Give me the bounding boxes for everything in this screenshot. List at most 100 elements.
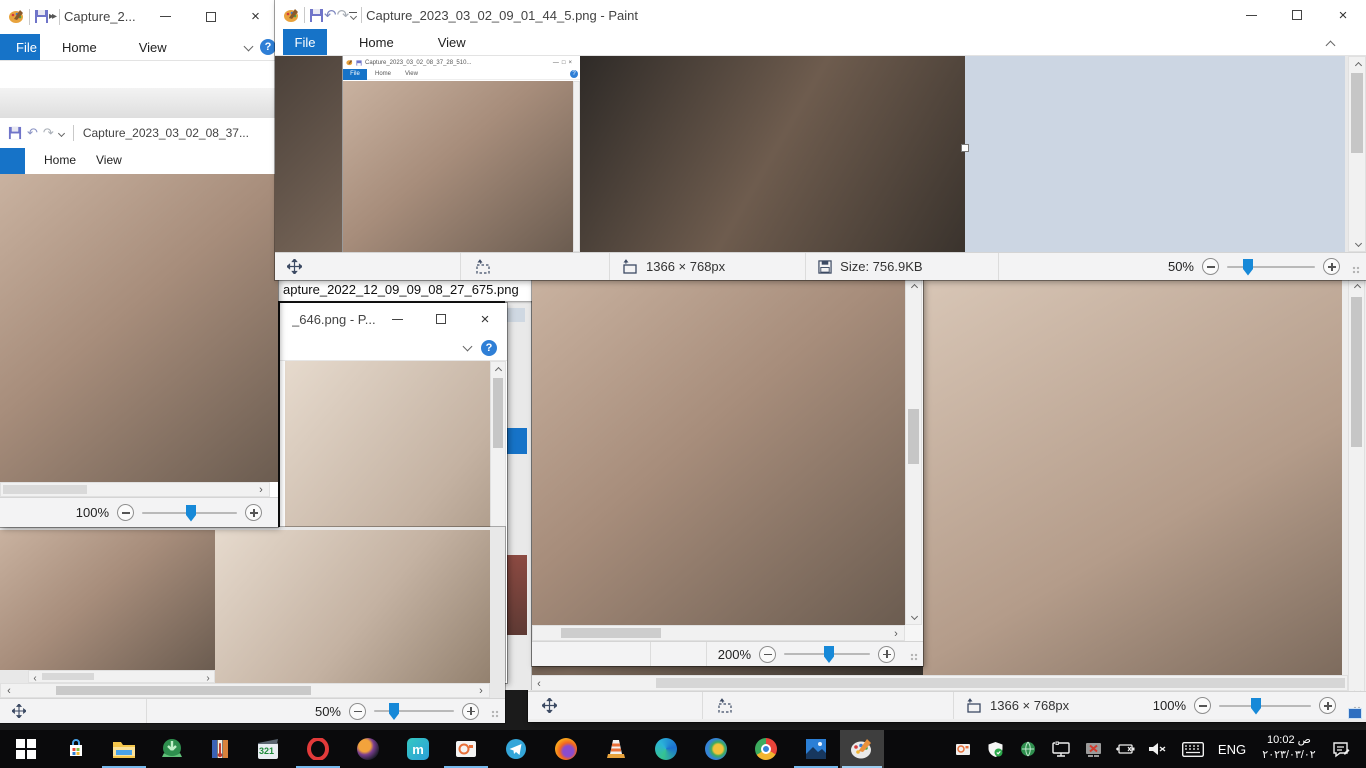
image-placeholder[interactable] [0,530,215,670]
zoom-slider-thumb[interactable] [824,646,834,663]
minimize-button[interactable] [143,0,188,33]
save-icon[interactable] [309,8,324,23]
tray-icon-idm[interactable] [1013,730,1043,768]
start-button[interactable] [2,730,50,768]
taskbar-icon-file-explorer[interactable] [100,730,148,768]
scrollbar-thumb[interactable] [656,678,1345,688]
save-icon[interactable] [34,9,49,24]
close-button[interactable]: × [1320,0,1366,30]
zoom-in-button[interactable] [1323,258,1340,275]
taskbar-icon-firefox[interactable] [542,730,590,768]
scroll-left-icon[interactable]: ‹ [3,685,15,697]
ribbon-collapse-icon[interactable] [1326,41,1336,51]
selection-handle[interactable] [961,144,969,152]
taskbar-icon-ocam[interactable] [442,730,490,768]
quick-access-menu-icon[interactable] [349,12,357,19]
tray-icon-touchpad-off[interactable] [1078,730,1108,768]
minimize-button[interactable] [375,303,419,335]
horizontal-scrollbar[interactable]: › [0,482,270,497]
taskbar-icon-paint[interactable] [840,730,884,768]
zoom-slider[interactable] [374,710,454,712]
zoom-out-button[interactable] [349,703,366,720]
taskbar-icon-photos[interactable] [792,730,840,768]
scroll-up-icon[interactable] [1352,59,1364,71]
taskbar-icon-maxthon[interactable]: m [394,730,442,768]
maximize-button[interactable] [188,0,233,33]
tray-icon-ocam[interactable] [948,730,978,768]
scrollbar-thumb[interactable] [56,686,311,695]
scrollbar-thumb[interactable] [1351,73,1363,153]
scrollbar-thumb[interactable] [908,409,919,464]
zoom-slider[interactable] [1227,266,1315,268]
zoom-out-button[interactable] [759,646,776,663]
title-bar[interactable]: ▸▸ Capture_2... × [0,0,278,33]
maximize-button[interactable] [1274,0,1320,30]
tab-view[interactable]: View [125,35,181,60]
zoom-slider-thumb[interactable] [389,703,399,720]
taskbar-icon-store[interactable] [52,730,100,768]
image-placeholder[interactable] [215,530,490,683]
scrollbar-thumb[interactable] [561,628,661,638]
scroll-right-icon[interactable]: › [255,484,267,496]
horizontal-scrollbar[interactable]: ‹ [530,675,1348,691]
zoom-out-button[interactable] [1202,258,1219,275]
image-placeholder[interactable] [923,278,1342,675]
resize-grip[interactable] [491,710,501,720]
horizontal-scrollbar-small[interactable]: ‹ › [28,670,215,683]
image-placeholder[interactable] [532,278,905,625]
horizontal-scrollbar[interactable]: › [532,625,905,641]
ribbon-expand-icon[interactable] [463,342,473,352]
zoom-in-button[interactable] [878,646,895,663]
scroll-down-icon[interactable] [1352,237,1364,249]
taskbar-icon-edge[interactable] [642,730,690,768]
image-placeholder[interactable] [0,174,278,482]
background-window-title-strip[interactable]: apture_2022_12_09_09_08_27_675.png [278,278,535,301]
language-indicator[interactable]: ENG [1212,730,1252,768]
taskbar-icon-vlc[interactable] [592,730,640,768]
resize-grip[interactable] [1352,266,1362,276]
zoom-out-button[interactable] [1194,697,1211,714]
vertical-scrollbar[interactable] [905,278,922,625]
zoom-slider-thumb[interactable] [1243,259,1253,276]
tray-icon-battery[interactable] [1110,730,1140,768]
canvas-empty-area[interactable] [965,56,1345,252]
canvas[interactable]: Capture_2023_03_02_08_37_28_510... — □ ×… [275,56,1366,252]
scroll-left-icon[interactable]: ‹ [533,678,545,690]
tray-icon-keyboard[interactable] [1178,730,1208,768]
scrollbar-thumb[interactable] [42,673,94,680]
zoom-in-button[interactable] [1319,697,1336,714]
scroll-right-icon[interactable]: › [890,628,902,640]
zoom-out-button[interactable] [117,504,134,521]
redo-icon[interactable]: ↷ [337,6,350,24]
taskbar-icon-opera[interactable] [294,730,342,768]
title-bar[interactable]: _646.png - P... × [280,303,507,335]
resize-grip[interactable] [910,653,920,663]
taskbar-icon-cent-browser[interactable] [692,730,740,768]
canvas[interactable]: ↶ ↷ Capture_2023_03_02_08_37... Home Vie… [0,88,278,482]
scroll-down-icon[interactable] [908,610,920,622]
corner-window-icon[interactable] [1348,708,1362,719]
tab-file[interactable]: File [283,29,327,55]
scrollbar-thumb[interactable] [1351,297,1362,447]
minimize-button[interactable] [1228,0,1274,30]
taskbar-icon-telegram[interactable] [492,730,540,768]
scroll-up-icon[interactable] [908,281,920,293]
title-bar[interactable]: ↶ ↷ Capture_2023_03_02_09_01_44_5.png - … [275,0,1366,30]
tab-home[interactable]: Home [48,35,111,60]
scroll-right-icon[interactable]: › [475,685,487,697]
zoom-slider-thumb[interactable] [1251,698,1261,715]
quick-access-expand-icon[interactable]: ▸▸ [49,11,55,22]
scroll-up-icon[interactable] [1351,281,1363,293]
tab-file[interactable]: File [0,34,40,60]
tab-view[interactable]: View [424,30,480,55]
zoom-in-button[interactable] [462,703,479,720]
taskbar-icon-idm[interactable] [148,730,196,768]
tray-icon-display[interactable] [1046,730,1076,768]
zoom-in-button[interactable] [245,504,262,521]
notification-center-icon[interactable] [1326,730,1356,768]
undo-icon[interactable]: ↶ [324,6,337,24]
close-button[interactable]: × [463,303,507,335]
zoom-slider-thumb[interactable] [186,505,196,522]
scrollbar-thumb[interactable] [3,485,87,494]
taskbar-icon-smplayer[interactable] [344,730,392,768]
